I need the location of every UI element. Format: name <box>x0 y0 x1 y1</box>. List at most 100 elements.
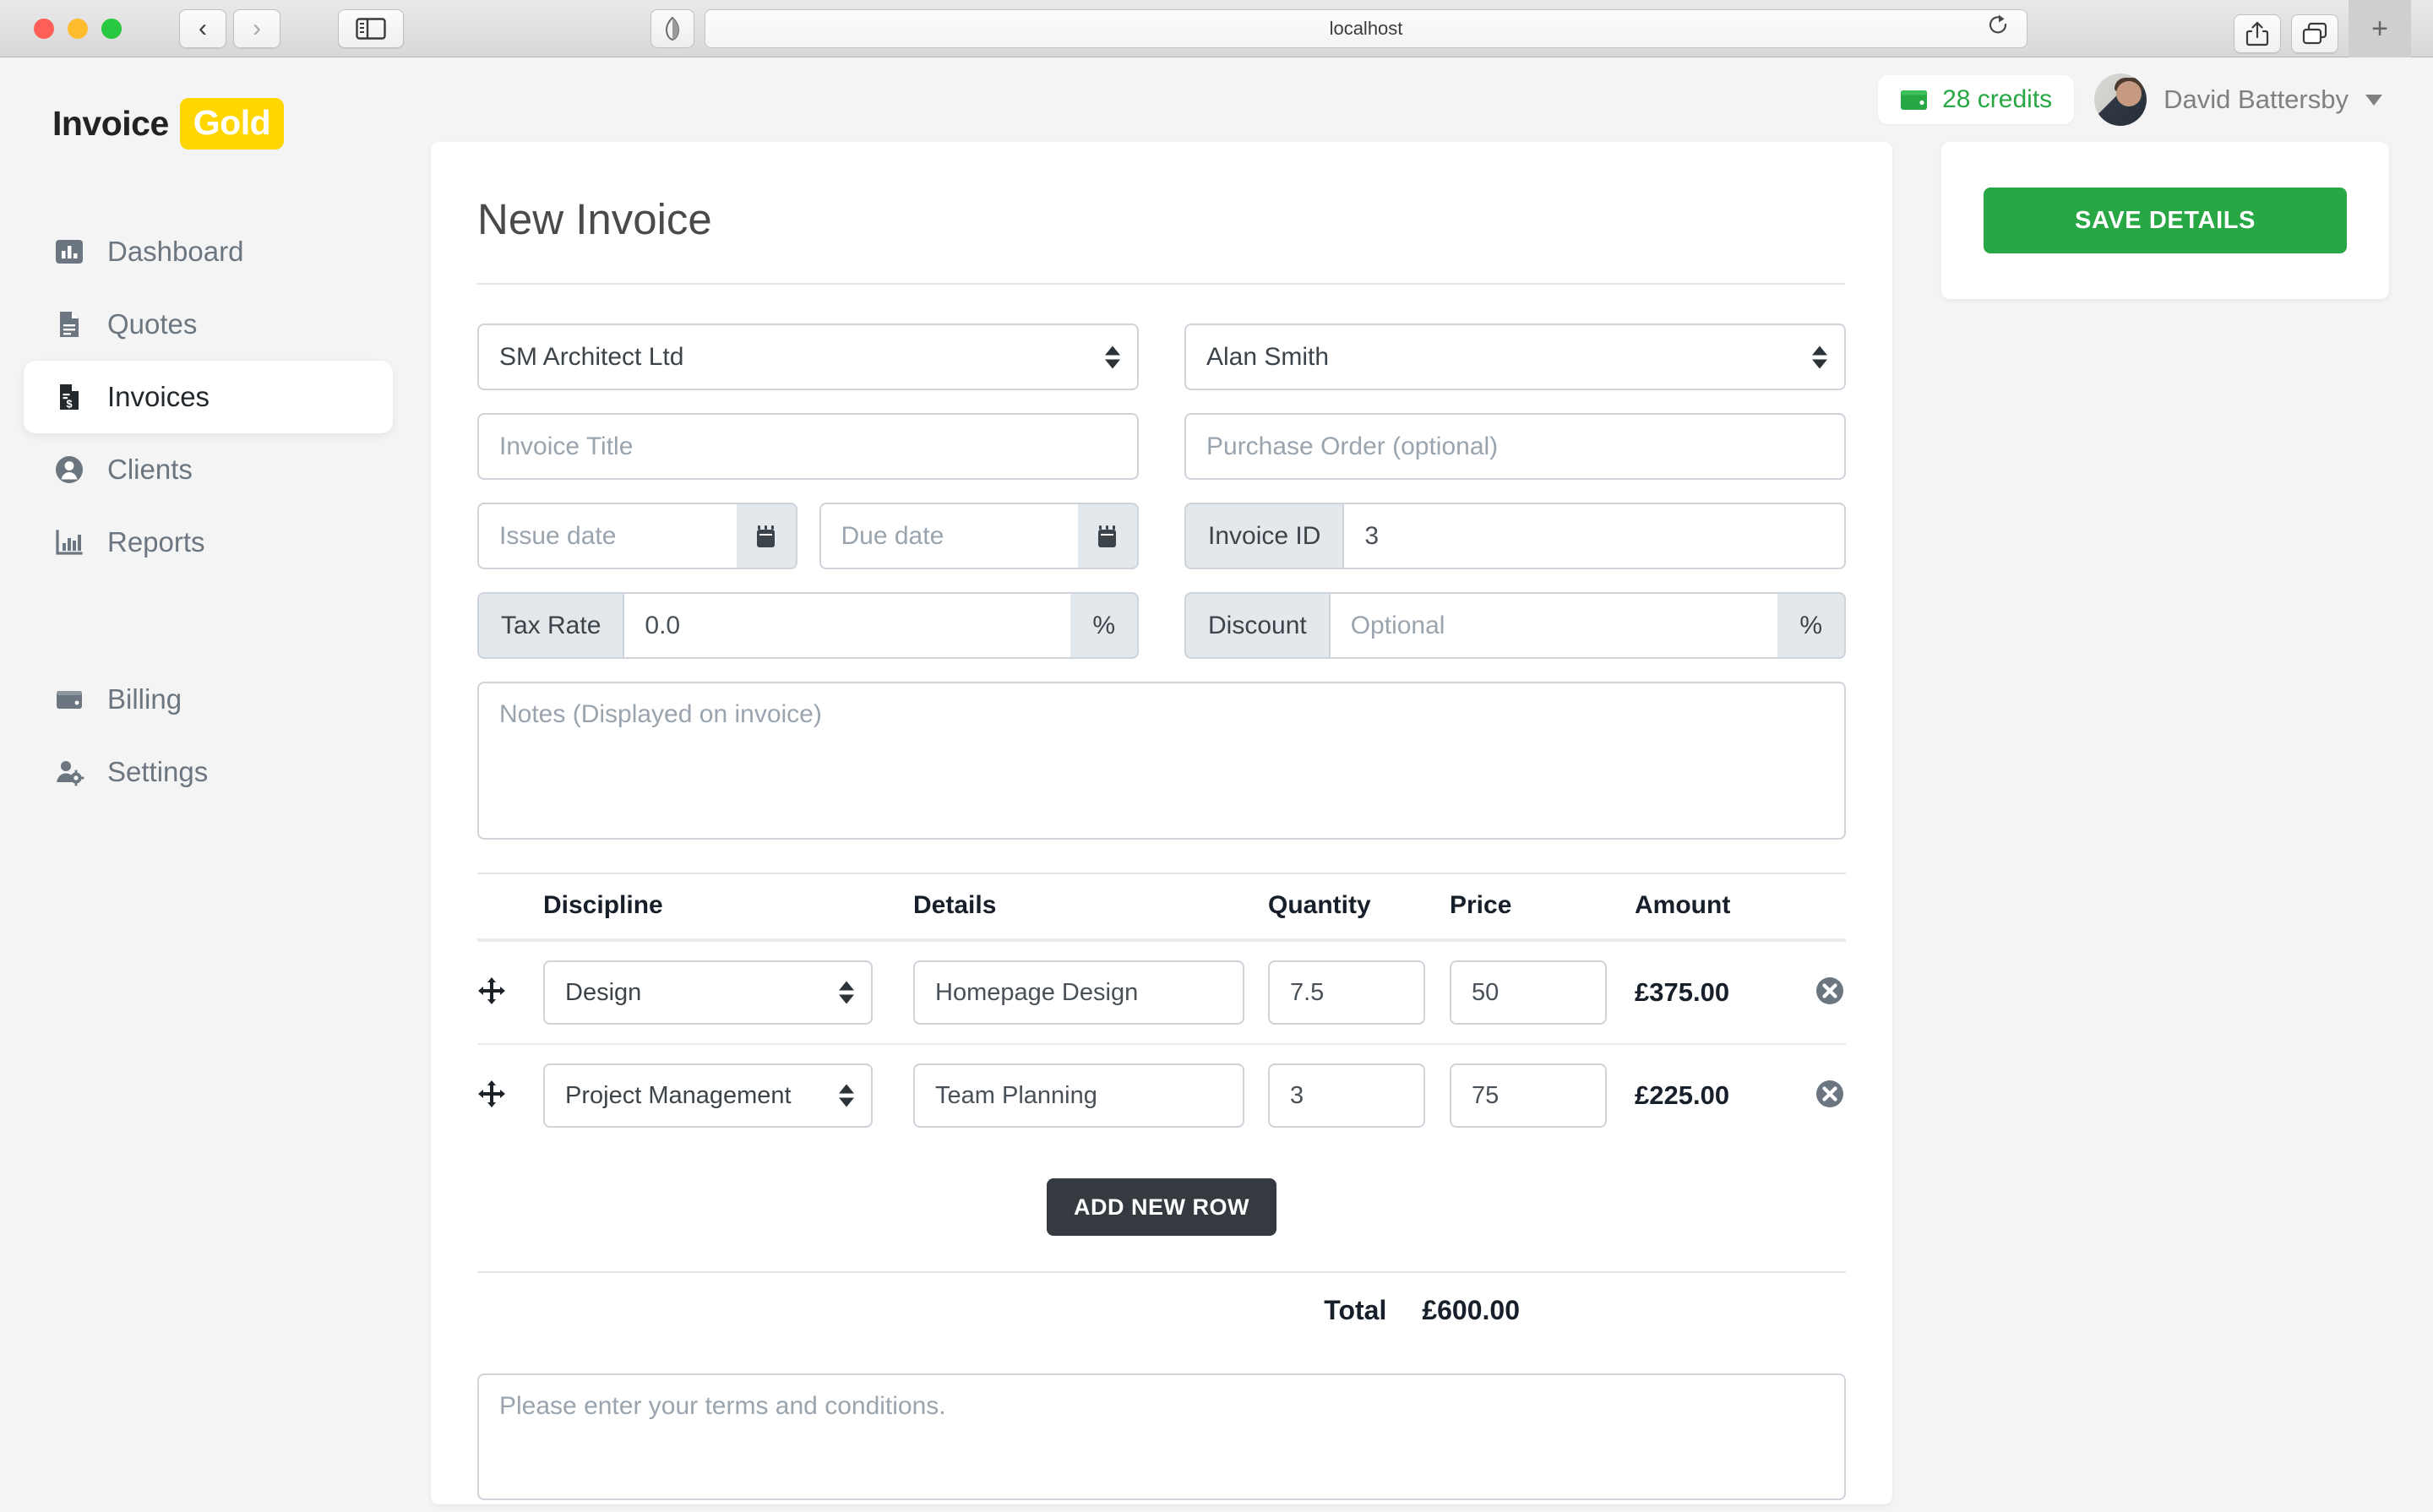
tax-discount-row: Tax Rate % Discount % <box>477 592 1846 659</box>
sidebar-item-clients[interactable]: Clients <box>24 433 393 506</box>
row-price-cell <box>1434 1044 1616 1146</box>
invoice-id-input[interactable] <box>1342 503 1846 569</box>
address-bar-area: localhost <box>650 9 2028 48</box>
notes-textarea[interactable] <box>477 682 1846 840</box>
user-menu[interactable]: David Battersby <box>2094 73 2382 126</box>
sidebar-item-reports[interactable]: Reports <box>24 506 393 579</box>
discipline-select[interactable]: Design <box>543 960 873 1025</box>
back-button[interactable]: ‹ <box>179 8 226 48</box>
discount-label: Discount <box>1184 592 1329 659</box>
price-input[interactable] <box>1450 960 1607 1025</box>
purchase-order-input[interactable] <box>1184 413 1846 480</box>
table-row: Design Homepage Design 7.5 50 £375.00 <box>477 940 1846 1045</box>
tax-rate-input[interactable] <box>623 592 1071 659</box>
reload-button[interactable] <box>1988 14 2010 44</box>
sidebar-panel-icon <box>356 17 386 40</box>
invoice-id-group: Invoice ID <box>1184 503 1846 569</box>
content-row: New Invoice SM Architect Ltd Alan Smith … <box>431 142 2433 1504</box>
line-items-head: Discipline Details Quantity Price Amount <box>477 873 1846 942</box>
minimize-window-button[interactable] <box>68 18 88 39</box>
move-icon[interactable] <box>477 976 506 1009</box>
details-input[interactable] <box>913 960 1244 1025</box>
svg-text:$: $ <box>66 398 73 411</box>
tab-overview-button[interactable] <box>2291 14 2338 53</box>
wallet-icon <box>1901 90 1928 110</box>
discipline-select-wrap: Design <box>543 960 873 1025</box>
row-details-cell <box>898 1044 1253 1146</box>
chart-bar-icon <box>52 235 86 269</box>
total-value: £600.00 <box>1422 1295 1520 1325</box>
quantity-input[interactable] <box>1268 1063 1425 1128</box>
url-bar[interactable]: localhost <box>705 9 2028 48</box>
due-date-calendar-button[interactable] <box>1078 503 1139 569</box>
sidebar-toggle-button[interactable] <box>338 8 404 48</box>
title-po-row <box>477 413 1846 480</box>
discount-group: Discount % <box>1184 592 1846 659</box>
header-quantity: Quantity <box>1253 873 1434 942</box>
app-logo[interactable]: Invoice Gold <box>0 98 431 150</box>
delete-row-button[interactable] <box>1814 975 1846 1007</box>
privacy-shield-button[interactable] <box>650 9 694 48</box>
sidebar: Invoice Gold Dashboard Quotes $ Invoices… <box>0 57 431 1512</box>
shield-icon <box>665 16 680 41</box>
table-header-row: Discipline Details Quantity Price Amount <box>477 873 1846 942</box>
discipline-select[interactable]: Project Management <box>543 1063 873 1128</box>
issue-date-calendar-button[interactable] <box>736 503 797 569</box>
contact-select[interactable]: Alan Smith <box>1184 324 1846 390</box>
invoice-title-input[interactable] <box>477 413 1139 480</box>
user-name: David Battersby <box>2164 84 2349 114</box>
close-circle-icon <box>1816 1080 1843 1107</box>
sidebar-item-dashboard[interactable]: Dashboard <box>24 215 393 288</box>
chevron-down-icon <box>2365 94 2382 106</box>
forward-button[interactable]: › <box>233 8 280 48</box>
avatar <box>2094 73 2147 126</box>
issue-date-group <box>477 503 797 569</box>
row-drag-handle-cell <box>477 1044 543 1146</box>
price-input[interactable] <box>1450 1063 1607 1128</box>
row-delete-cell <box>1770 940 1846 1045</box>
move-icon[interactable] <box>477 1080 506 1112</box>
invoice-form-card: New Invoice SM Architect Ltd Alan Smith … <box>431 142 1892 1504</box>
maximize-window-button[interactable] <box>101 18 122 39</box>
sidebar-item-settings[interactable]: Settings <box>24 736 393 808</box>
credits-badge[interactable]: 28 credits <box>1878 75 2075 124</box>
save-details-panel: SAVE DETAILS <box>1941 142 2389 299</box>
due-date-input[interactable] <box>819 503 1078 569</box>
save-details-button[interactable]: SAVE DETAILS <box>1984 188 2347 253</box>
issue-date-input[interactable] <box>477 503 737 569</box>
discount-input[interactable] <box>1328 592 1778 659</box>
share-button[interactable] <box>2234 14 2281 53</box>
calendar-icon <box>1098 525 1116 547</box>
row-amount: £375.00 <box>1616 940 1770 1045</box>
sidebar-item-billing[interactable]: Billing <box>24 663 393 736</box>
plus-icon: + <box>2371 12 2388 45</box>
window-traffic-lights <box>34 18 122 39</box>
sidebar-item-label: Clients <box>107 454 193 485</box>
header-discipline: Discipline <box>543 873 898 942</box>
add-new-row-button[interactable]: ADD NEW ROW <box>1047 1178 1276 1236</box>
share-icon <box>2245 21 2269 46</box>
details-input[interactable] <box>913 1063 1244 1128</box>
tax-rate-group: Tax Rate % <box>477 592 1139 659</box>
header-handle <box>477 873 543 942</box>
company-select[interactable]: SM Architect Ltd <box>477 324 1139 390</box>
document-icon <box>52 307 86 341</box>
page-title: New Invoice <box>477 195 712 243</box>
row-quantity-cell <box>1253 940 1434 1045</box>
party-row: SM Architect Ltd Alan Smith <box>477 324 1846 390</box>
discount-percent-suffix: % <box>1777 592 1846 659</box>
sidebar-item-label: Billing <box>107 683 182 715</box>
sidebar-item-quotes[interactable]: Quotes <box>24 288 393 361</box>
close-window-button[interactable] <box>34 18 54 39</box>
quantity-input[interactable] <box>1268 960 1425 1025</box>
company-select-wrap: SM Architect Ltd <box>477 324 1139 390</box>
terms-textarea[interactable] <box>477 1373 1846 1500</box>
tax-rate-label: Tax Rate <box>477 592 623 659</box>
totals-row: Total £600.00 <box>477 1295 1846 1326</box>
row-price-cell <box>1434 940 1616 1045</box>
new-tab-button[interactable]: + <box>2349 0 2411 57</box>
delete-row-button[interactable] <box>1814 1078 1846 1110</box>
sidebar-item-invoices[interactable]: $ Invoices <box>24 361 393 433</box>
browser-chrome: ‹ › localhost + <box>0 0 2433 57</box>
user-gear-icon <box>52 755 86 789</box>
